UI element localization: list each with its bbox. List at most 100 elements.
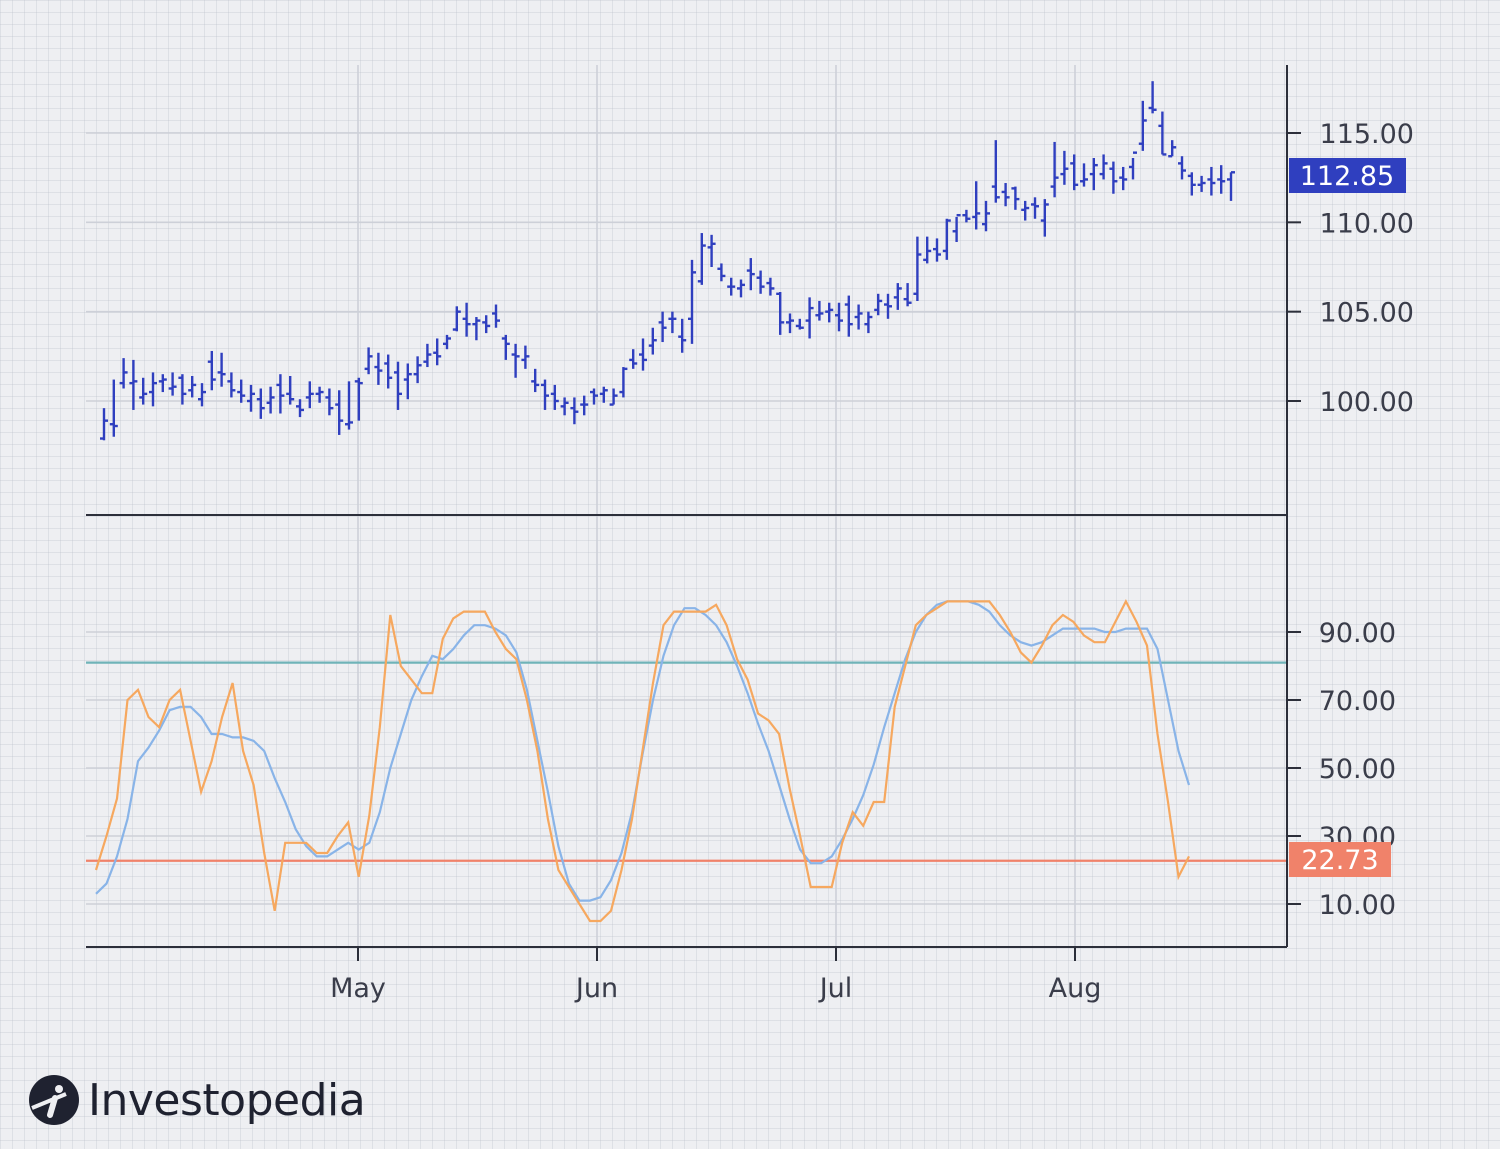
ohlc-bar (501, 334, 510, 360)
investopedia-logo: Investopedia (28, 1070, 366, 1130)
ohlc-bar (560, 397, 569, 416)
ohlc-bar (384, 354, 393, 389)
x-tick-labels: May Jun Jul Aug (330, 973, 1101, 1004)
ohlc-bar (541, 379, 549, 410)
ohlc-bar (1197, 175, 1206, 192)
ohlc-bar (688, 259, 696, 344)
ohlc-bar (884, 293, 892, 319)
ohlc-bar (1080, 163, 1088, 187)
ohlc-bar (952, 213, 961, 242)
ohlc-bar (668, 311, 677, 334)
ohlc-bar (217, 352, 226, 387)
ohlc-bar (1187, 172, 1196, 196)
price-bars (100, 81, 1235, 441)
oscillator-tick-label: 70.00 (1319, 686, 1396, 717)
ohlc-bar (1207, 166, 1216, 196)
ohlc-bar (423, 343, 432, 368)
ohlc-bar (325, 388, 334, 416)
stoch-k-line (94, 599, 1190, 923)
ohlc-bar (433, 338, 442, 366)
ohlc-bar (756, 270, 765, 294)
price-gridlines (86, 132, 1287, 402)
oscillator-tick-label: 90.00 (1319, 618, 1396, 649)
ohlc-bar (893, 283, 902, 310)
ohlc-bar (168, 372, 177, 396)
ohlc-bar (100, 408, 108, 441)
ohlc-bar (1178, 156, 1186, 180)
ohlc-bar (766, 277, 775, 296)
x-tick-label: Jun (574, 973, 618, 1004)
ohlc-bar (991, 140, 1000, 203)
ohlc-bar (531, 368, 540, 393)
ohlc-bar (276, 374, 285, 414)
ohlc-bar (492, 304, 500, 328)
ohlc-bar (266, 386, 275, 414)
ohlc-bar (864, 311, 873, 334)
last-price-badge: 112.85 (1289, 158, 1406, 193)
ohlc-bar (795, 318, 804, 330)
ohlc-bar (1099, 154, 1108, 180)
ohlc-bar (707, 234, 716, 267)
ohlc-bar (933, 238, 941, 262)
ohlc-bar (697, 233, 706, 285)
ohlc-bar (452, 306, 461, 332)
ohlc-bar (472, 317, 481, 341)
ohlc-bar (227, 372, 236, 398)
investopedia-logo-icon (29, 1075, 79, 1125)
ohlc-bar (609, 388, 618, 406)
ohlc-bar (364, 347, 373, 375)
ohlc-bar (629, 349, 638, 369)
ohlc-bar (639, 338, 647, 371)
ohlc-bar (746, 258, 755, 291)
x-tick-label: May (330, 973, 386, 1004)
ohlc-bar (188, 375, 197, 398)
ohlc-bar (1050, 141, 1059, 198)
ohlc-bar (1227, 171, 1235, 201)
ohlc-bar (374, 352, 383, 385)
logo-text: Investopedia (88, 1074, 366, 1126)
oversold-label: 22.73 (1301, 845, 1378, 876)
ohlc-bar (296, 399, 304, 418)
ohlc-bar (1168, 140, 1177, 158)
ohlc-bar (717, 263, 726, 282)
oscillator-tick-label: 50.00 (1319, 754, 1396, 785)
ohlc-bar (1011, 186, 1020, 210)
ohlc-bar (619, 367, 628, 398)
ohlc-bar (237, 379, 246, 403)
x-tick-label: Aug (1049, 973, 1102, 1004)
ohlc-bar (1148, 81, 1157, 114)
ohlc-bar (1129, 151, 1137, 180)
ohlc-bar (1070, 154, 1079, 191)
ohlc-bar (913, 236, 922, 301)
ohlc-bar (521, 345, 530, 369)
ohlc-bar (1060, 150, 1069, 185)
ohlc-bar (580, 395, 589, 416)
ohlc-bar (982, 200, 990, 232)
ohlc-bar (815, 300, 824, 321)
price-tick-label: 110.00 (1320, 208, 1414, 239)
ohlc-bar (923, 236, 932, 264)
ohlc-bar (678, 318, 687, 353)
ohlc-bar (511, 343, 520, 378)
ohlc-bar (1031, 197, 1039, 219)
price-tick-label: 115.00 (1320, 119, 1414, 150)
ohlc-bar (1089, 158, 1098, 191)
ohlc-bar (394, 361, 402, 410)
ohlc-bar (462, 302, 471, 337)
ohlc-bar (256, 388, 265, 419)
ohlc-bar (413, 356, 422, 384)
ohlc-bar (335, 390, 344, 435)
ohlc-bar (354, 377, 363, 421)
ohlc-bar (129, 359, 138, 410)
ohlc-bar (844, 295, 853, 337)
ohlc-bar (1119, 166, 1128, 191)
ohlc-bar (345, 381, 353, 430)
oversold-badge: 22.73 (1289, 842, 1391, 877)
month-gridlines (357, 65, 1076, 961)
ohlc-bar (207, 350, 216, 391)
axes (86, 65, 1288, 948)
ohlc-bar (305, 381, 314, 409)
ohlc-bar (1040, 199, 1049, 237)
ohlc-bar (727, 277, 736, 296)
x-tick-label: Jul (818, 973, 853, 1004)
